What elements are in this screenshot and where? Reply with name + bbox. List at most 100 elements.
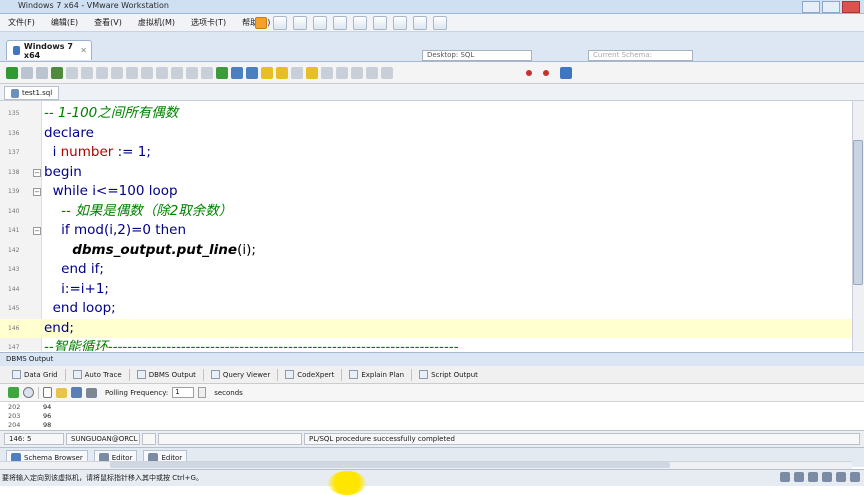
schema-combo[interactable]: Current Schema: xyxy=(588,50,693,61)
snapshot-icon[interactable] xyxy=(293,16,307,30)
code-text: i number := 1; xyxy=(44,143,151,162)
clear-icon[interactable] xyxy=(156,66,168,79)
console-view-icon[interactable] xyxy=(433,16,447,30)
watch-icon[interactable] xyxy=(141,66,153,79)
tab-explain-plan[interactable]: Explain Plan xyxy=(345,370,408,379)
output-value: 96 xyxy=(43,412,52,420)
line-number: 140 xyxy=(8,207,20,215)
sql-editor[interactable]: 135 -- 1-100之间所有偶数 136 declare 137 i num… xyxy=(0,101,852,351)
cut-icon[interactable] xyxy=(171,66,183,79)
breakpoint-icon[interactable] xyxy=(126,66,138,79)
new-icon[interactable] xyxy=(43,387,52,398)
output-value: 98 xyxy=(43,421,52,429)
fold-toggle-icon[interactable]: − xyxy=(33,168,41,177)
paste-icon[interactable] xyxy=(201,66,213,79)
close-button[interactable] xyxy=(842,1,860,13)
sound-icon[interactable] xyxy=(836,472,846,482)
tab-script-output[interactable]: Script Output xyxy=(415,370,482,379)
format-icon[interactable] xyxy=(216,66,228,79)
tab-codexpert[interactable]: CodeXpert xyxy=(281,370,338,379)
debug-icon[interactable] xyxy=(66,66,78,79)
window-title: Windows 7 x64 - VMware Workstation xyxy=(18,1,169,10)
connection-label: SUNGUOAN@ORCL xyxy=(66,433,140,445)
play-macro-icon[interactable] xyxy=(560,66,572,79)
save-icon[interactable] xyxy=(71,387,82,398)
code-line: 136 declare xyxy=(0,124,852,144)
copy-icon[interactable] xyxy=(186,66,198,79)
uncomment-icon[interactable] xyxy=(246,66,258,79)
menu-tabs[interactable]: 选项卡(T) xyxy=(183,14,234,32)
revert-snapshot-icon[interactable] xyxy=(313,16,327,30)
menu-view[interactable]: 查看(V) xyxy=(86,14,130,32)
tab-auto-trace[interactable]: Auto Trace xyxy=(69,370,126,379)
codexpert-icon xyxy=(285,370,295,379)
step-over-icon[interactable] xyxy=(96,66,108,79)
fold-toggle-icon[interactable]: − xyxy=(33,227,41,235)
code-text: while i<=100 loop xyxy=(44,183,178,199)
auto-commit-icon[interactable] xyxy=(306,66,318,79)
tab-dbms-output[interactable]: DBMS Output xyxy=(133,370,200,379)
close-tab-icon[interactable]: ✕ xyxy=(80,46,87,55)
open-icon[interactable] xyxy=(56,387,67,398)
horizontal-scrollbar-thumb[interactable] xyxy=(110,462,670,468)
display-icon[interactable] xyxy=(850,472,860,482)
menu-edit[interactable]: 编辑(E) xyxy=(43,14,86,32)
comment-icon[interactable] xyxy=(231,66,243,79)
script-run-icon[interactable] xyxy=(51,66,63,79)
code-text: end; xyxy=(44,319,74,336)
redo-icon[interactable] xyxy=(381,66,393,79)
tab-query-viewer[interactable]: Query Viewer xyxy=(207,370,274,379)
undo-icon[interactable] xyxy=(366,66,378,79)
tab-label: Query Viewer xyxy=(222,370,271,379)
stop-record-icon[interactable] xyxy=(543,69,549,76)
usb-icon[interactable] xyxy=(822,472,832,482)
thumbnail-bar-icon[interactable] xyxy=(373,16,387,30)
code-text: --智能循环----------------------------------… xyxy=(44,339,459,351)
bookmark-icon[interactable] xyxy=(276,66,288,79)
sidebar-toggle-icon[interactable] xyxy=(353,16,367,30)
cd-icon[interactable] xyxy=(794,472,804,482)
hdd-icon[interactable] xyxy=(780,472,790,482)
network-icon[interactable] xyxy=(808,472,818,482)
record-icon[interactable] xyxy=(526,69,532,76)
plan-icon xyxy=(349,370,359,379)
unity-icon[interactable] xyxy=(413,16,427,30)
fold-toggle-icon[interactable]: − xyxy=(33,188,41,196)
clock-icon[interactable] xyxy=(23,387,34,398)
step-icon[interactable] xyxy=(21,66,33,79)
scrollbar-thumb[interactable] xyxy=(853,140,863,285)
pause-icon[interactable] xyxy=(255,17,267,29)
execute-icon[interactable] xyxy=(6,66,18,79)
polling-input[interactable]: 1 xyxy=(172,387,195,398)
code-text: end loop; xyxy=(44,300,116,316)
fullscreen-icon[interactable] xyxy=(393,16,407,30)
desktop-combo[interactable]: Desktop: SQL xyxy=(422,50,532,61)
stop-icon[interactable] xyxy=(36,66,48,79)
polling-spinner[interactable] xyxy=(198,387,207,398)
output-pane[interactable]: 202 94 203 96 204 98 xyxy=(0,402,864,430)
snapshot-manager-icon[interactable] xyxy=(333,16,347,30)
code-function: dbms_output.put_line xyxy=(44,241,238,258)
nav-back-icon[interactable] xyxy=(336,66,348,79)
send-keys-icon[interactable] xyxy=(273,16,287,30)
find-icon[interactable] xyxy=(291,66,303,79)
options-icon[interactable] xyxy=(321,66,333,79)
enable-output-icon[interactable] xyxy=(8,387,19,398)
file-tab[interactable]: test1.sql xyxy=(4,86,60,100)
tab-data-grid[interactable]: Data Grid xyxy=(8,370,62,379)
vm-toolbar xyxy=(255,14,495,32)
menu-vm[interactable]: 虚拟机(M) xyxy=(130,14,183,32)
cursor-highlight xyxy=(328,471,366,495)
line-number: 144 xyxy=(8,285,20,293)
nav-forward-icon[interactable] xyxy=(351,66,363,79)
code-text: dbms_output.put_line(i); xyxy=(44,241,256,260)
minimize-button[interactable] xyxy=(802,1,820,13)
step-into-icon[interactable] xyxy=(81,66,93,79)
code-text: end if; xyxy=(44,261,104,277)
menu-file[interactable]: 文件(F) xyxy=(0,14,43,32)
maximize-button[interactable] xyxy=(822,1,840,13)
print-icon[interactable] xyxy=(86,387,97,398)
vm-tab[interactable]: Windows 7 x64 ✕ xyxy=(6,40,92,60)
highlight-icon[interactable] xyxy=(261,66,273,79)
step-out-icon[interactable] xyxy=(111,66,123,79)
